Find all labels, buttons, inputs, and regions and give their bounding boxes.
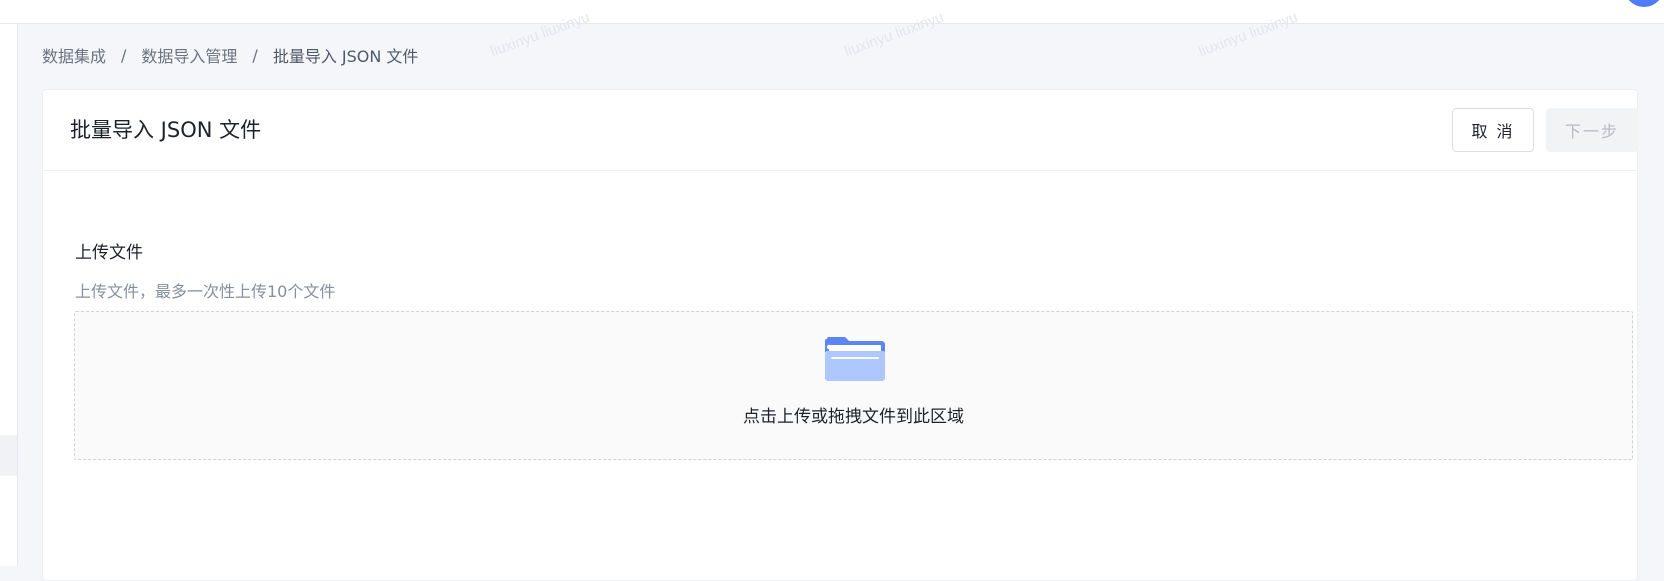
breadcrumb-item-import-management[interactable]: 数据导入管理: [141, 43, 237, 67]
breadcrumb: 数据集成 / 数据导入管理 / 批量导入 JSON 文件: [42, 43, 419, 67]
sidebar-item-active[interactable]: [0, 435, 17, 476]
breadcrumb-separator: /: [121, 45, 127, 65]
folder-icon: [825, 337, 885, 381]
avatar[interactable]: [1624, 0, 1664, 7]
main-card: 批量导入 JSON 文件 取 消 下一步 上传文件 上传文件，最多一次性上传10…: [42, 89, 1638, 581]
breadcrumb-separator: /: [252, 45, 258, 65]
next-step-button[interactable]: 下一步: [1546, 108, 1638, 152]
breadcrumb-item-data-integration[interactable]: 数据集成: [42, 43, 106, 67]
dropzone-text: 点击上传或拖拽文件到此区域: [743, 407, 964, 427]
top-bar: [0, 0, 1664, 24]
card-header: 批量导入 JSON 文件 取 消 下一步: [43, 90, 1638, 171]
breadcrumb-item-current: 批量导入 JSON 文件: [272, 47, 419, 66]
file-dropzone[interactable]: 点击上传或拖拽文件到此区域: [74, 311, 1633, 460]
upload-hint: 上传文件，最多一次性上传10个文件: [75, 282, 336, 301]
cancel-button[interactable]: 取 消: [1452, 108, 1534, 152]
upload-section-label: 上传文件: [75, 243, 143, 263]
page-title: 批量导入 JSON 文件: [70, 118, 262, 142]
sidebar: [0, 24, 18, 566]
